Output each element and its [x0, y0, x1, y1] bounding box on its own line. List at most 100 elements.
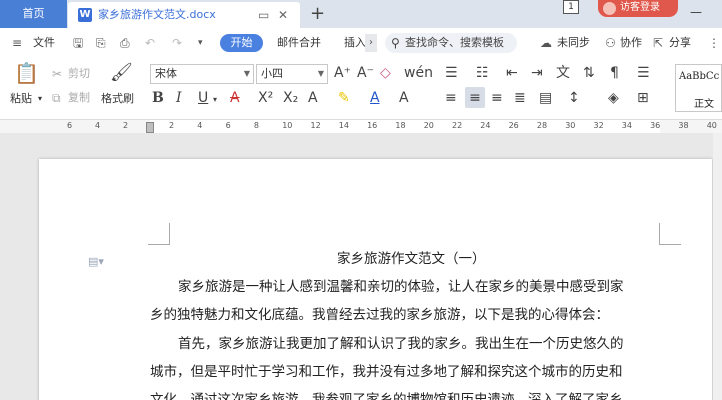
highlight-icon[interactable]: ✎	[338, 89, 350, 107]
horizontal-ruler[interactable]: 6 4 2 2 4 6 8 10 12 14 16 18 20 22 24 26 28 30 32 34 36 38 40	[0, 120, 722, 133]
text-effect-icon[interactable]: A	[308, 89, 318, 107]
ruler-tick-label: 32	[593, 121, 604, 130]
para-settings-icon[interactable]: ☰	[637, 64, 650, 82]
show-marks-icon[interactable]: ¶	[610, 64, 619, 82]
paste-dropdown-icon[interactable]: ▾	[38, 92, 42, 106]
char-shading-icon[interactable]: A	[399, 89, 409, 107]
align-center-icon[interactable]: ≡	[465, 87, 485, 108]
document-canvas[interactable]: ▤▾ 家乡旅游作文范文（一） 家乡旅游是一种让人感到温馨和亲切的体验，让人在家乡…	[0, 133, 722, 400]
vertical-scrollbar[interactable]	[713, 133, 722, 400]
superscript-icon[interactable]: X²	[258, 89, 273, 107]
hamburger-icon[interactable]: ≡	[12, 35, 22, 51]
line-spacing-icon[interactable]: ↕	[568, 89, 580, 107]
home-tab[interactable]: 首页	[0, 0, 67, 28]
guest-login-label: 访客登录	[620, 2, 660, 13]
shrink-font-icon[interactable]: A⁻	[357, 64, 374, 82]
increase-indent-icon[interactable]: ⇥	[531, 64, 543, 82]
style-gallery-normal[interactable]: AaBbCc 正文	[675, 64, 722, 112]
decrease-indent-icon[interactable]: ⇤	[506, 64, 518, 82]
sort-icon[interactable]: ⇅	[583, 64, 595, 82]
ruler-tick-label: 8	[253, 121, 259, 130]
justify-icon[interactable]: ≣	[514, 89, 526, 107]
collaborate-button[interactable]: 协作	[620, 35, 642, 51]
paragraph-options-icon[interactable]: ▤▾	[88, 255, 104, 268]
title-bar: 首页 W 家乡旅游作文范文.docx ▭ ✕ + 1 访客登录 —	[0, 0, 722, 28]
ruler-tick-label: 26	[508, 121, 519, 130]
ruler-tick-label: 6	[225, 121, 231, 130]
chevron-down-icon: ▼	[243, 69, 250, 78]
copy-icon: ⧉	[52, 91, 61, 105]
print-icon[interactable]: ⎙	[120, 35, 130, 51]
ruler-tick-label: 4	[197, 121, 203, 130]
tab-insert[interactable]: 插入	[344, 35, 366, 51]
share-icon[interactable]: ⇱	[653, 35, 663, 51]
guest-login-button[interactable]: 访客登录	[598, 0, 678, 17]
font-size-select[interactable]: 小四 ▼	[256, 64, 328, 84]
chinese-layout-icon[interactable]: 文	[556, 64, 570, 82]
save-icon[interactable]: 🖫	[73, 35, 83, 51]
quick-access-more-icon[interactable]: ▾	[198, 35, 203, 51]
pinyin-guide-icon[interactable]: wén	[404, 64, 433, 82]
menu-bar: ≡ 文件 🖫 ⎘ ⎙ ↶ ↷ ▾ 开始 邮件合并 插入 › ⚲ 查找命令、搜索模…	[0, 28, 722, 58]
subscript-icon[interactable]: X₂	[283, 89, 298, 107]
paragraph-line: 家乡旅游是一种让人感到温馨和亲切的体验，让人在家乡的美景中感受到家	[178, 279, 624, 295]
bullet-list-icon[interactable]: ☰	[445, 64, 458, 82]
unsynced-status[interactable]: 未同步	[557, 35, 590, 51]
underline-icon[interactable]: U	[198, 89, 208, 107]
cloud-sync-icon[interactable]: ☁	[540, 35, 552, 51]
strikethrough-icon[interactable]: A	[230, 89, 240, 107]
shading-icon[interactable]: ◈	[608, 89, 619, 107]
align-right-icon[interactable]: ≡	[491, 89, 503, 107]
italic-icon[interactable]: I	[176, 89, 182, 107]
borders-icon[interactable]: ⊞	[637, 89, 649, 107]
minimize-icon[interactable]: —	[690, 4, 710, 20]
ruler-tick-label: 18	[395, 121, 406, 130]
command-search-box[interactable]: ⚲ 查找命令、搜索模板	[385, 33, 517, 53]
font-name-select[interactable]: 宋体 ▼	[150, 64, 254, 84]
font-color-icon[interactable]: A	[370, 89, 380, 107]
document-tab[interactable]: W 家乡旅游作文范文.docx ▭ ✕	[68, 2, 300, 28]
command-search-placeholder: 查找命令、搜索模板	[405, 36, 504, 49]
bold-icon[interactable]: B	[152, 89, 164, 107]
undo-icon[interactable]: ↶	[145, 35, 155, 51]
tab-mail-merge[interactable]: 邮件合并	[277, 35, 321, 51]
ruler-tick-label: 40	[706, 121, 717, 130]
document-page[interactable]: ▤▾ 家乡旅游作文范文（一） 家乡旅游是一种让人感到温馨和亲切的体验，让人在家乡…	[39, 159, 712, 400]
distributed-align-icon[interactable]: ▤	[539, 89, 552, 107]
window-count-badge[interactable]: 1	[563, 0, 579, 14]
paste-icon[interactable]: 📋	[14, 63, 39, 83]
numbered-list-icon[interactable]: ☷	[476, 64, 489, 82]
ruler-tick-label: 34	[621, 121, 632, 130]
ruler-tick-label: 20	[423, 121, 434, 130]
grow-font-icon[interactable]: A⁺	[334, 64, 351, 82]
format-painter-button[interactable]: 格式刷	[101, 92, 134, 106]
document-title: 家乡旅游作文范文（一）	[337, 251, 486, 267]
indent-marker[interactable]	[146, 122, 154, 133]
ruler-tick-label: 6	[67, 121, 73, 130]
ruler-tick-label: 28	[536, 121, 548, 130]
scissors-icon: ✂	[52, 67, 63, 81]
export-pdf-icon[interactable]: ⎘	[96, 35, 106, 51]
ruler-tick-label: 36	[650, 121, 661, 130]
menu-file[interactable]: 文件	[33, 35, 55, 51]
redo-icon[interactable]: ↷	[172, 35, 182, 51]
font-size-value: 小四	[261, 67, 283, 80]
new-tab-button[interactable]: +	[310, 3, 325, 25]
cut-button[interactable]: 剪切	[68, 67, 90, 81]
underline-dropdown-icon[interactable]: ▾	[213, 91, 217, 109]
chevron-down-icon: ▼	[317, 69, 324, 78]
copy-button[interactable]: 复制	[68, 91, 90, 105]
share-button[interactable]: 分享	[669, 35, 691, 51]
more-options-icon[interactable]: ⋮	[708, 35, 720, 51]
tabs-scroll-right-icon[interactable]: ›	[365, 34, 377, 52]
close-tab-icon[interactable]: ✕	[278, 8, 288, 22]
margin-corner-top-right	[659, 223, 681, 245]
paragraph-line: 首先，家乡旅游让我更加了解和认识了我的家乡。我出生在一个历史悠久的	[178, 336, 624, 352]
align-left-icon[interactable]: ≡	[445, 89, 457, 107]
paste-button[interactable]: 粘贴	[10, 92, 32, 106]
tab-start[interactable]: 开始	[220, 34, 263, 52]
screen-icon[interactable]: ▭	[258, 8, 269, 22]
collaborate-icon[interactable]: ⚇	[605, 35, 616, 51]
clear-format-icon[interactable]: ◇	[380, 64, 391, 82]
ruler-tick-label: 2	[169, 121, 175, 130]
